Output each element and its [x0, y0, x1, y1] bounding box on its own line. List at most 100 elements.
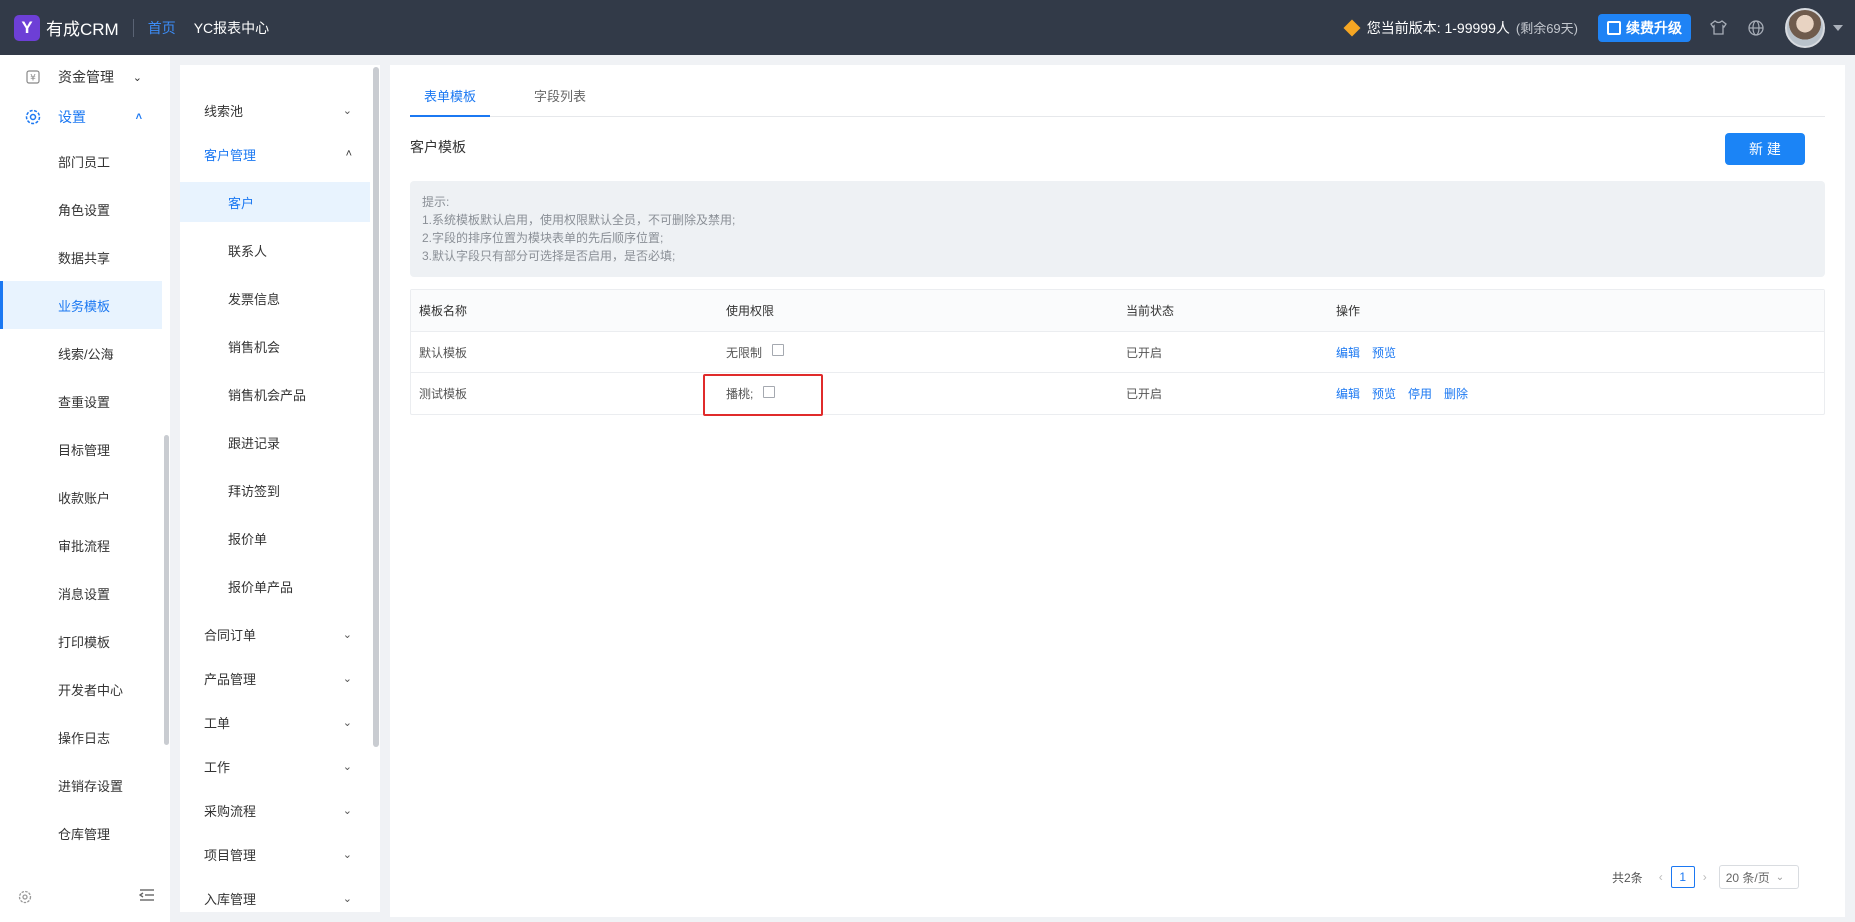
- subnav-item-quotes[interactable]: 报价单: [180, 518, 370, 558]
- edit-link[interactable]: 编辑: [1336, 385, 1360, 402]
- tips-line: 3.默认字段只有部分可选择是否启用，是否必填;: [422, 249, 676, 263]
- subnav-group-inbound[interactable]: 入库管理 ⌄: [180, 878, 370, 918]
- tshirt-icon[interactable]: [1709, 19, 1727, 37]
- template-name: 默认模板: [419, 345, 468, 360]
- main-panel: 表单模板 字段列表 客户模板 新 建 提示: 1.系统模板默认启用，使用权限默认…: [390, 65, 1845, 917]
- edit-link[interactable]: 编辑: [1336, 344, 1360, 361]
- chevron-up-icon: ˄: [135, 111, 142, 123]
- subnav-item-visits[interactable]: 拜访签到: [180, 470, 370, 510]
- sidebar-item-approval[interactable]: 审批流程: [0, 521, 162, 569]
- preview-link[interactable]: 预览: [1372, 344, 1396, 361]
- subnav-item-invoice[interactable]: 发票信息: [180, 278, 370, 318]
- nav-report-center[interactable]: YC报表中心: [194, 18, 269, 38]
- nav-home[interactable]: 首页: [148, 18, 176, 38]
- upgrade-button[interactable]: 续费升级: [1598, 13, 1691, 42]
- sidebar-item-label: 审批流程: [58, 538, 111, 554]
- sidebar-item-messages[interactable]: 消息设置: [0, 569, 162, 617]
- sidebar-item-dedup[interactable]: 查重设置: [0, 377, 162, 425]
- subnav-item-label: 联系人: [228, 243, 268, 259]
- subnav-item-quote-products[interactable]: 报价单产品: [180, 566, 370, 606]
- globe-icon[interactable]: [1747, 19, 1765, 37]
- chevron-down-icon: ⌄: [342, 104, 352, 117]
- subnav-group-label: 客户管理: [204, 147, 257, 163]
- new-template-button[interactable]: 新 建: [1725, 133, 1805, 165]
- collapse-menu-icon[interactable]: [138, 888, 155, 907]
- version-text: 您当前版本: 1-99999人: [1366, 19, 1510, 36]
- chevron-right-icon[interactable]: ›: [1703, 870, 1707, 884]
- permission-cell: 无限制: [726, 332, 785, 372]
- subnav-group-work[interactable]: 工作 ⌄: [180, 746, 370, 786]
- disable-link[interactable]: 停用: [1408, 385, 1432, 402]
- tips-line: 2.字段的排序位置为模块表单的先后顺序位置;: [422, 231, 664, 245]
- subnav-item-contacts[interactable]: 联系人: [180, 230, 370, 270]
- sidebar-item-goals[interactable]: 目标管理: [0, 425, 162, 473]
- sidebar-item-finance[interactable]: ¥ 资金管理 ⌄: [0, 57, 162, 97]
- subnav-item-label: 跟进记录: [228, 435, 281, 451]
- sidebar-parent-label: 资金管理: [58, 69, 114, 85]
- chevron-down-icon: ⌄: [342, 760, 352, 773]
- page-size-value: 20 条/页: [1725, 870, 1770, 885]
- sidebar-item-print-templates[interactable]: 打印模板: [0, 617, 162, 665]
- sidebar-item-business-templates[interactable]: 业务模板: [0, 281, 162, 329]
- subnav-item-opportunity-products[interactable]: 销售机会产品: [180, 374, 370, 414]
- subnav-item-label: 报价单产品: [228, 579, 294, 595]
- chevron-down-icon: ⌄: [342, 672, 352, 685]
- sidebar-item-developer[interactable]: 开发者中心: [0, 665, 162, 713]
- sidebar-item-departments[interactable]: 部门员工: [0, 137, 162, 185]
- user-avatar[interactable]: [1785, 7, 1825, 48]
- subnav-item-followups[interactable]: 跟进记录: [180, 422, 370, 462]
- edit-icon[interactable]: [772, 344, 785, 356]
- logo-mark-icon: Y: [14, 14, 40, 41]
- page-size-select[interactable]: 20 条/页 ⌄: [1718, 865, 1799, 889]
- tab-field-list[interactable]: 字段列表: [520, 65, 600, 117]
- chevron-left-icon[interactable]: ‹: [1659, 870, 1663, 884]
- edit-icon[interactable]: [763, 385, 776, 398]
- permission-value: 无限制: [726, 345, 763, 360]
- sidebar-parent-label: 设置: [58, 109, 86, 125]
- home-upgrade-icon: [1607, 20, 1621, 35]
- sidebar-item-label: 部门员工: [58, 154, 111, 170]
- subnav-item-opportunity[interactable]: 销售机会: [180, 326, 370, 366]
- subnav-group-projects[interactable]: 项目管理 ⌄: [180, 834, 370, 874]
- subnav-item-label: 销售机会: [228, 339, 281, 355]
- subnav-group-lead-pool[interactable]: 线索池 ⌄: [180, 90, 370, 130]
- top-bar: Y 有成CRM 首页 YC报表中心 您当前版本: 1-99999人 (剩余69天…: [0, 0, 1855, 55]
- column-header-name: 模板名称: [419, 304, 468, 318]
- settings-gear-icon[interactable]: [18, 890, 32, 907]
- sidebar-item-warehouse[interactable]: 仓库管理: [0, 809, 162, 857]
- page-number-current[interactable]: 1: [1670, 866, 1695, 888]
- section-title: 客户模板: [410, 139, 466, 155]
- sidebar-item-label: 收款账户: [58, 490, 111, 506]
- sidebar-item-inventory-settings[interactable]: 进销存设置: [0, 761, 162, 809]
- delete-link[interactable]: 删除: [1444, 385, 1468, 402]
- subnav-item-label: 拜访签到: [228, 483, 281, 499]
- sidebar-item-label: 操作日志: [58, 730, 111, 746]
- subnav-item-label: 客户: [228, 195, 255, 211]
- tab-form-templates[interactable]: 表单模板: [410, 65, 490, 117]
- subnav-group-purchasing[interactable]: 采购流程 ⌄: [180, 790, 370, 830]
- chevron-down-icon[interactable]: [1833, 24, 1843, 31]
- sidebar-item-label: 目标管理: [58, 442, 111, 458]
- sidebar-item-label: 消息设置: [58, 586, 111, 602]
- subnav-group-tickets[interactable]: 工单 ⌄: [180, 702, 370, 742]
- app-logo[interactable]: Y 有成CRM: [14, 14, 119, 41]
- subnav-scrollbar[interactable]: [373, 67, 379, 747]
- divider: [132, 18, 134, 37]
- module-nav: 线索池 ⌄ 客户管理 ˄ 客户 联系人 发票信息 销售机会 销售机会产品 跟进记…: [180, 65, 380, 912]
- sidebar-item-logs[interactable]: 操作日志: [0, 713, 162, 761]
- subnav-group-contracts[interactable]: 合同订单 ⌄: [180, 614, 370, 654]
- sidebar-item-roles[interactable]: 角色设置: [0, 185, 162, 233]
- subnav-item-customer[interactable]: 客户: [180, 182, 370, 222]
- column-header-permission: 使用权限: [726, 304, 775, 318]
- subnav-group-customer-management[interactable]: 客户管理 ˄: [180, 134, 370, 174]
- sidebar-scrollbar[interactable]: [164, 435, 169, 745]
- preview-link[interactable]: 预览: [1372, 385, 1396, 402]
- sidebar-item-leads-pool[interactable]: 线索/公海: [0, 329, 162, 377]
- svg-text:¥: ¥: [30, 74, 36, 84]
- subnav-group-products[interactable]: 产品管理 ⌄: [180, 658, 370, 698]
- sidebar-item-accounts[interactable]: 收款账户: [0, 473, 162, 521]
- status-value: 已开启: [1126, 345, 1163, 360]
- pager-total: 共2条: [1612, 870, 1643, 885]
- sidebar-item-data-sharing[interactable]: 数据共享: [0, 233, 162, 281]
- sidebar-item-settings[interactable]: 设置 ˄: [0, 97, 162, 137]
